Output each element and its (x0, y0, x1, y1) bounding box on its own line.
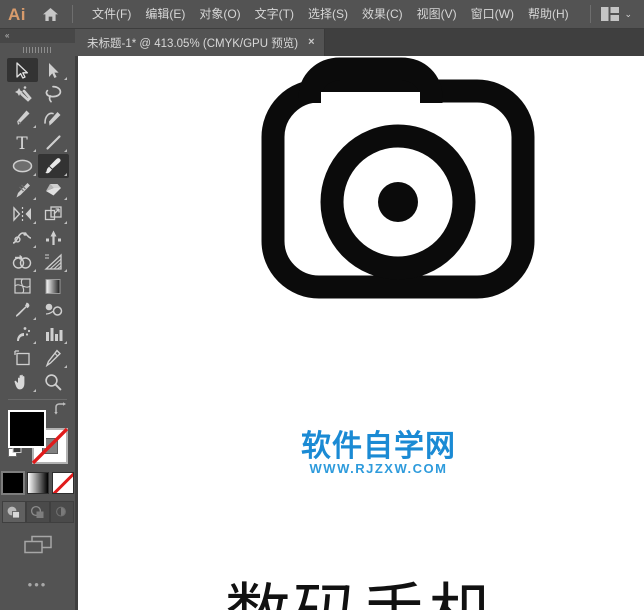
menu-select[interactable]: 选择(S) (301, 3, 355, 25)
tool-panel-drag-handle[interactable] (0, 43, 75, 56)
tool-artboard[interactable] (7, 346, 38, 370)
menu-file[interactable]: 文件(F) (85, 3, 138, 25)
tool-symbol-sprayer[interactable] (7, 322, 38, 346)
tool-eraser[interactable] (38, 178, 69, 202)
draw-inside-mode[interactable] (50, 501, 74, 523)
flyout-indicator-icon (64, 77, 67, 80)
flyout-indicator-icon (33, 197, 36, 200)
chevron-down-icon: ⌄ (624, 10, 632, 19)
tool-zoom[interactable] (38, 370, 69, 394)
close-icon[interactable]: × (308, 37, 314, 48)
tool-line-segment[interactable] (38, 130, 69, 154)
flyout-indicator-icon (33, 221, 36, 224)
draw-mode-row (0, 501, 75, 523)
flyout-indicator-icon (33, 173, 36, 176)
flyout-indicator-icon (64, 365, 67, 368)
flyout-indicator-icon (33, 317, 36, 320)
color-mode-solid[interactable] (2, 472, 24, 494)
fill-stroke-controls (8, 406, 68, 464)
tool-ellipse[interactable] (7, 154, 38, 178)
artboard[interactable]: 软件自学网 WWW.RJZXW.COM 数码手机 (78, 56, 644, 610)
tool-eyedropper[interactable] (7, 298, 38, 322)
tool-selection[interactable] (7, 58, 38, 82)
tool-scale[interactable] (38, 202, 69, 226)
menu-bar: Ai 文件(F) 编辑(E) 对象(O) 文字(T) 选择(S) 效果(C) 视… (0, 0, 644, 29)
tool-gradient[interactable] (38, 274, 69, 298)
flyout-indicator-icon (33, 269, 36, 272)
more-tools-button[interactable]: ••• (0, 577, 75, 592)
camera-icon-artwork[interactable] (78, 56, 644, 610)
menu-help[interactable]: 帮助(H) (521, 3, 576, 25)
color-mode-gradient[interactable] (27, 472, 49, 494)
draw-behind-mode[interactable] (26, 501, 50, 523)
swap-fill-stroke-icon[interactable] (53, 402, 68, 420)
tool-mesh[interactable] (7, 274, 38, 298)
tool-blend[interactable] (38, 298, 69, 322)
fill-swatch[interactable] (8, 410, 46, 448)
document-tab[interactable]: 未标题-1* @ 413.05% (CMYK/GPU 预览) × (75, 29, 325, 56)
artwork-label-text[interactable]: 数码手机 (78, 561, 644, 610)
flyout-indicator-icon (33, 341, 36, 344)
flyout-indicator-icon (33, 245, 36, 248)
tool-paintbrush[interactable] (38, 154, 69, 178)
tool-panel: « (0, 29, 75, 610)
tool-panel-header[interactable]: « (0, 29, 75, 43)
flyout-indicator-icon (64, 149, 67, 152)
tool-magic-wand[interactable] (7, 82, 38, 106)
menu-view[interactable]: 视图(V) (410, 3, 464, 25)
tool-free-transform[interactable] (38, 226, 69, 250)
svg-text:T: T (16, 134, 28, 151)
tool-slice[interactable] (38, 346, 69, 370)
tool-perspective-grid[interactable] (38, 250, 69, 274)
flyout-indicator-icon (33, 125, 36, 128)
tool-shape-builder[interactable] (7, 250, 38, 274)
illustrator-window: Ai 文件(F) 编辑(E) 对象(O) 文字(T) 选择(S) 效果(C) 视… (0, 0, 644, 610)
home-icon[interactable] (34, 7, 66, 22)
tool-direct-selection[interactable] (38, 58, 69, 82)
document-tab-bar: 未标题-1* @ 413.05% (CMYK/GPU 预览) × (75, 29, 644, 56)
menu-effect[interactable]: 效果(C) (355, 3, 410, 25)
flyout-indicator-icon (64, 269, 67, 272)
workspace-switcher[interactable]: ⌄ (597, 5, 636, 23)
menu-type[interactable]: 文字(T) (248, 3, 301, 25)
tool-panel-divider (8, 399, 67, 400)
flyout-indicator-icon (33, 389, 36, 392)
tool-hand[interactable] (7, 370, 38, 394)
document-tab-title: 未标题-1* @ 413.05% (CMYK/GPU 预览) (87, 35, 298, 51)
color-mode-none[interactable] (52, 472, 74, 494)
menubar-divider-right (590, 5, 591, 23)
menu-object[interactable]: 对象(O) (192, 3, 247, 25)
workspace-layout-icon (601, 7, 619, 21)
tool-pen[interactable] (7, 106, 38, 130)
flyout-indicator-icon (33, 149, 36, 152)
collapse-panel-icon[interactable]: « (5, 32, 8, 40)
flyout-indicator-icon (64, 221, 67, 224)
menubar-right: ⌄ (584, 5, 644, 23)
menu-items: 文件(F) 编辑(E) 对象(O) 文字(T) 选择(S) 效果(C) 视图(V… (85, 3, 576, 25)
draw-normal-mode[interactable] (2, 501, 26, 523)
tool-width[interactable] (7, 226, 38, 250)
app-logo: Ai (0, 0, 34, 29)
tool-rotate-reflect[interactable] (7, 202, 38, 226)
grip-dots-icon (23, 47, 53, 53)
color-mode-row (0, 472, 75, 494)
menubar-divider-left (72, 5, 73, 23)
flyout-indicator-icon (64, 197, 67, 200)
menu-edit[interactable]: 编辑(E) (138, 3, 192, 25)
screen-mode-button[interactable] (0, 535, 75, 555)
canvas-area[interactable]: 软件自学网 WWW.RJZXW.COM 数码手机 (75, 56, 644, 610)
tool-shaper[interactable] (7, 178, 38, 202)
flyout-indicator-icon (64, 173, 67, 176)
menu-window[interactable]: 窗口(W) (464, 3, 521, 25)
tool-column-graph[interactable] (38, 322, 69, 346)
flyout-indicator-icon (64, 341, 67, 344)
tool-lasso[interactable] (38, 82, 69, 106)
tool-type[interactable]: T (7, 130, 38, 154)
tools-grid: T (0, 56, 75, 394)
tool-curvature[interactable] (38, 106, 69, 130)
